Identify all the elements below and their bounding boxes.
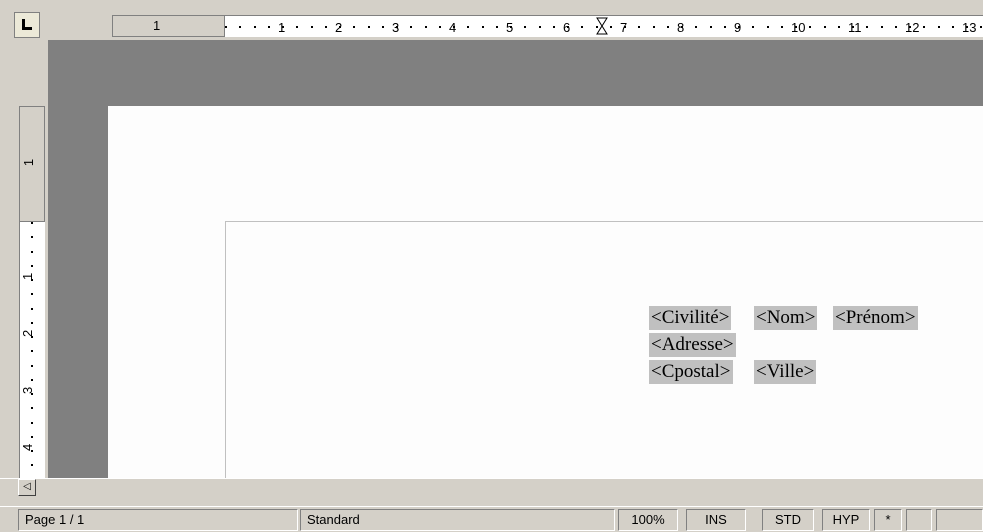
ruler-label: 8 [677,20,684,35]
status-page-number[interactable]: Page 1 / 1 [18,509,298,531]
status-extra-1 [906,509,932,531]
ruler-label: 1 [278,20,285,35]
ruler-tick [724,26,726,28]
ruler-tick [610,26,612,28]
ruler-tick [311,26,313,28]
ruler-label: 9 [734,20,741,35]
ruler-tick [752,26,754,28]
horizontal-ruler[interactable]: 1 2 3 4 5 6 7 8 9 10 11 12 13 [112,15,983,37]
ruler-tick [225,26,227,28]
ruler-tick [31,350,33,352]
ruler-tick [425,26,427,28]
horizontal-ruler-left-margin: 1 [112,15,225,37]
ruler-tick [439,26,441,28]
ruler-label: 2 [20,330,35,337]
field-adresse[interactable]: <Adresse> [649,333,736,357]
ruler-tick [581,26,583,28]
field-prenom[interactable]: <Prénom> [833,306,918,330]
ruler-label: 10 [791,20,805,35]
text-area-boundary[interactable] [225,221,983,480]
ruler-tick [31,464,33,466]
ruler-tick [31,236,33,238]
field-nom[interactable]: <Nom> [754,306,818,330]
ruler-label: 2 [335,20,342,35]
ruler-tick [524,26,526,28]
ruler-tick [809,26,811,28]
ruler-tick [31,251,33,253]
ruler-label: 11 [848,20,862,35]
horizontal-scrollbar[interactable] [0,478,983,496]
status-zoom[interactable]: 100% [618,509,678,531]
ruler-tick [31,265,33,267]
status-document-modified: * [874,509,902,531]
ruler-tick [596,26,598,28]
field-civilite[interactable]: <Civilité> [649,306,732,330]
ruler-tick [467,26,469,28]
ruler-tick [31,308,33,310]
ruler-tick [368,26,370,28]
ruler-tick [667,26,669,28]
ruler-tick [838,26,840,28]
tab-stop-selector-icon[interactable] [14,12,40,38]
ruler-tick [895,26,897,28]
ruler-label: 6 [563,20,570,35]
status-hyperlink-mode[interactable]: HYP [822,509,870,531]
ruler-tick [31,293,33,295]
ruler-label: 12 [905,20,919,35]
indent-marker-icon[interactable] [596,17,608,35]
ruler-tick [31,436,33,438]
ruler-label: 13 [962,20,976,35]
ruler-tick [695,26,697,28]
ruler-label: 1 [153,18,161,33]
ruler-tick [710,26,712,28]
ruler-tick [31,322,33,324]
ruler-tick [254,26,256,28]
ruler-label: 1 [20,273,35,280]
ruler-tick [653,26,655,28]
status-insert-mode[interactable]: INS [686,509,746,531]
ruler-tick [866,26,868,28]
ruler-label: 4 [20,444,35,451]
ruler-tick [31,365,33,367]
ruler-tick [268,26,270,28]
ruler-tick [31,379,33,381]
ruler-tick [881,26,883,28]
ruler-tick [824,26,826,28]
ruler-tick [296,26,298,28]
ruler-tick [938,26,940,28]
ruler-tick [781,26,783,28]
field-cpostal[interactable]: <Cpostal> [649,360,733,384]
ruler-tick [31,407,33,409]
ruler-tick [482,26,484,28]
status-page-style[interactable]: Standard [300,509,615,531]
ruler-tick [353,26,355,28]
ruler-tick [952,26,954,28]
ruler-label: 7 [620,20,627,35]
ruler-tick [638,26,640,28]
ruler-tick [923,26,925,28]
status-selection-mode[interactable]: STD [762,509,814,531]
ruler-label: 1 [21,158,37,167]
ruler-tick [31,222,33,224]
ruler-tick [980,26,982,28]
ruler-tick [31,422,33,424]
ruler-label: 4 [449,20,456,35]
field-ville[interactable]: <Ville> [754,360,817,384]
ruler-label: 3 [392,20,399,35]
vertical-ruler-top-margin: 1 [19,106,45,222]
ruler-label: 3 [20,387,35,394]
ruler-tick [539,26,541,28]
ruler-tick [410,26,412,28]
ruler-tick [553,26,555,28]
ruler-tick [767,26,769,28]
ruler-tick [325,26,327,28]
status-extra-2 [936,509,983,531]
scroll-left-arrow-icon[interactable]: ◁ [18,479,36,496]
ruler-label: 5 [506,20,513,35]
ruler-tick [382,26,384,28]
ruler-tick [496,26,498,28]
ruler-tick [239,26,241,28]
